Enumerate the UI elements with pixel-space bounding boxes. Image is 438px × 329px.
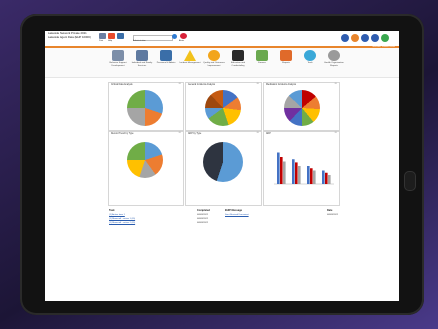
- col-header-date: Date: [327, 209, 333, 212]
- bar: [307, 166, 310, 184]
- people-icon: [112, 50, 124, 61]
- notification-icon[interactable]: [351, 34, 359, 42]
- ribbon-label: Finance: [258, 62, 266, 64]
- print-icon[interactable]: [99, 33, 106, 39]
- table-row-completed: 06/09/2022: [197, 222, 208, 224]
- pie-chart-adp-type: [203, 142, 243, 182]
- tools-icon: [304, 50, 316, 61]
- alerts-heart-icon[interactable]: [180, 33, 187, 39]
- top-toolbar: Lakeside Network Private 2021 Lakeside A…: [45, 31, 399, 48]
- ribbon-item-tools[interactable]: Tools: [299, 50, 321, 65]
- search-go-icon[interactable]: [172, 34, 177, 39]
- pie-chart-medication: [284, 90, 320, 126]
- help-circle-icon[interactable]: [371, 34, 379, 42]
- ribbon-label: Individual and Family Services: [131, 62, 153, 67]
- bar: [295, 162, 298, 184]
- bar: [310, 168, 313, 184]
- panel-general-incidents: General Incidents Analysis •••: [185, 82, 262, 131]
- bar: [283, 161, 286, 184]
- col-header-task: Task: [109, 209, 115, 212]
- more-icon[interactable]: •••: [335, 132, 337, 134]
- warning-icon: [184, 50, 196, 61]
- ribbon-label: Quality and Outcomes Improvement: [203, 62, 225, 67]
- brand-line-2: Lakeside Agent Data (EHP 1000K): [48, 34, 92, 39]
- table-row-task[interactable]: (1) Moncrieff - action 1 (ID): [109, 218, 135, 220]
- table-row-task[interactable]: (1) Moncrieff - action 2 (ID): [109, 222, 135, 224]
- bar: [298, 166, 301, 184]
- quality-icon: [208, 50, 220, 61]
- table-row-task[interactable]: (1) Action item 1: [109, 214, 125, 216]
- panel-title: Medication Incidents Analysis: [266, 84, 297, 86]
- ribbon-label: Incident Management: [179, 62, 201, 64]
- ribbon-item-health[interactable]: Health Organization Reports: [323, 50, 345, 67]
- toolbar-alerts-label: Alerts: [179, 40, 185, 42]
- admin-icon[interactable]: [117, 33, 124, 39]
- table-row-completed: 06/09/2022: [197, 218, 208, 220]
- pie-chart-critical: [127, 90, 163, 126]
- bar: [280, 157, 283, 184]
- app-screen: Lakeside Network Private 2021 Lakeside A…: [45, 31, 399, 301]
- home-button[interactable]: [404, 171, 416, 191]
- ribbon-item-quality[interactable]: Quality and Outcomes Improvement: [203, 50, 225, 67]
- module-ribbon: Behavior Support Development Individual …: [45, 48, 399, 78]
- bar: [322, 170, 325, 184]
- bar: [313, 170, 316, 184]
- panel-title: ADP: [266, 133, 271, 135]
- panel-title: Record Trend by Type: [111, 133, 134, 135]
- reports-icon: [280, 50, 292, 61]
- table-row-completed: 06/09/2022: [197, 214, 208, 216]
- panel-adp-type: ADP by Type •••: [185, 131, 262, 206]
- more-icon[interactable]: •••: [179, 132, 181, 134]
- ribbon-item-finance[interactable]: Finance: [251, 50, 273, 65]
- ribbon-item-behavior[interactable]: Behavior Support Development: [107, 50, 129, 67]
- panel-title: ADP by Type: [188, 133, 202, 135]
- panel-medication-incidents: Medication Incidents Analysis •••: [263, 82, 340, 131]
- bar: [277, 152, 280, 184]
- ribbon-item-admin[interactable]: Personnel & Admin: [155, 50, 177, 65]
- ribbon-label: Reports: [282, 62, 290, 64]
- help-icon[interactable]: [108, 33, 115, 39]
- more-icon[interactable]: •••: [179, 83, 181, 85]
- col-header-completed: Completed: [197, 209, 210, 212]
- panel-record-trend: Record Trend by Type •••: [108, 131, 184, 206]
- table-row-date: 06/09/2022: [327, 214, 338, 216]
- table-row-message[interactable]: Sent Revised Document: [225, 214, 249, 216]
- family-icon: [136, 50, 148, 61]
- ribbon-item-reports[interactable]: Reports: [275, 50, 297, 65]
- pie-chart-record-trend: [127, 142, 163, 178]
- ribbon-label: Behavior Support Development: [109, 62, 127, 67]
- user-circle-icon[interactable]: [341, 34, 349, 42]
- col-header-message: EHIP Message: [225, 209, 243, 212]
- education-icon: [232, 50, 244, 61]
- bar-chart-adp: [274, 152, 334, 185]
- more-icon[interactable]: •••: [335, 83, 337, 85]
- ribbon-item-education[interactable]: Education and Credentialing: [227, 50, 249, 67]
- toolbar-print-label: Print: [99, 40, 104, 42]
- ribbon-label: Health Organization Reports: [324, 62, 344, 67]
- finance-icon: [256, 50, 268, 61]
- more-icon[interactable]: •••: [257, 132, 259, 134]
- ribbon-label: Education and Credentialing: [231, 62, 245, 67]
- toolbar-admin-label: Administration: [133, 40, 146, 42]
- bar: [292, 159, 295, 184]
- ribbon-label: Tools: [307, 62, 313, 64]
- pie-chart-general: [205, 90, 241, 126]
- bar: [325, 172, 328, 184]
- bar: [328, 175, 331, 184]
- panel-title: Critical Data Analysis: [111, 84, 133, 86]
- panel-adp-bars: ADP •••: [263, 131, 340, 206]
- panel-title: General Incidents Analysis: [188, 84, 216, 86]
- panel-critical-data: Critical Data Analysis •••: [108, 82, 184, 131]
- power-icon[interactable]: [381, 34, 389, 42]
- mail-icon[interactable]: [361, 34, 369, 42]
- admin-icon: [160, 50, 172, 61]
- health-icon: [328, 50, 340, 61]
- ribbon-label: Personnel & Admin: [156, 62, 176, 64]
- more-icon[interactable]: •••: [257, 83, 259, 85]
- brand: Lakeside Network Private 2021 Lakeside A…: [48, 31, 92, 39]
- ribbon-item-incident[interactable]: Incident Management: [179, 50, 201, 65]
- ribbon-item-family[interactable]: Individual and Family Services: [131, 50, 153, 67]
- toolbar-help-label: Help: [108, 40, 113, 42]
